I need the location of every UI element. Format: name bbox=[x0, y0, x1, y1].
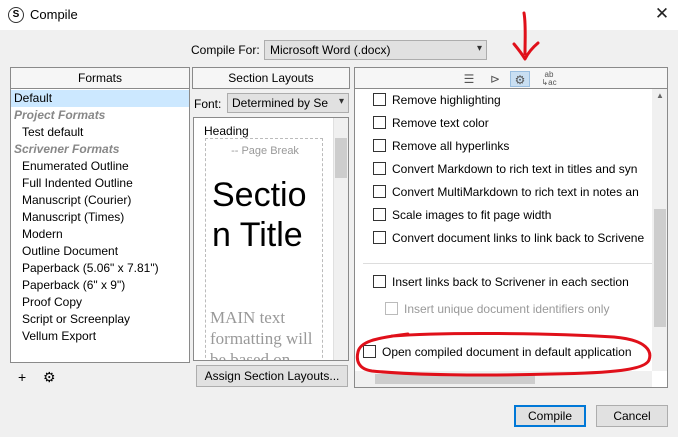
checkbox[interactable] bbox=[373, 185, 386, 199]
assign-section-layouts-button[interactable]: Assign Section Layouts... bbox=[196, 365, 348, 387]
checkbox[interactable] bbox=[373, 162, 386, 176]
section-title-line: n Title bbox=[212, 216, 303, 254]
format-list-item[interactable]: Test default bbox=[11, 124, 189, 141]
annotation-ellipse bbox=[355, 331, 652, 377]
format-group-label: Scrivener Formats bbox=[14, 142, 120, 156]
option-row[interactable]: Remove highlighting bbox=[373, 93, 501, 111]
font-value: Determined by Se bbox=[232, 96, 329, 110]
option-label: Insert unique document identifiers only bbox=[404, 302, 610, 316]
section-layout-preview[interactable]: Heading -- Page Break Sectio n Title MAI… bbox=[193, 117, 349, 361]
main-text-line: be based on bbox=[210, 350, 291, 361]
checkbox[interactable] bbox=[373, 116, 386, 130]
format-list-item[interactable]: Paperback (5.06" x 7.81") bbox=[11, 260, 189, 277]
option-label: Convert document links to link back to S… bbox=[392, 231, 645, 245]
option-label: Remove text color bbox=[392, 116, 489, 130]
format-list-item[interactable]: Vellum Export bbox=[11, 328, 189, 345]
option-label: Insert links back to Scrivener in each s… bbox=[392, 275, 629, 289]
cancel-button[interactable]: Cancel bbox=[596, 405, 668, 427]
format-list-item[interactable]: Manuscript (Times) bbox=[11, 209, 189, 226]
page-break-text: Page Break bbox=[241, 145, 299, 157]
option-row[interactable]: Convert MultiMarkdown to rich text in no… bbox=[373, 185, 639, 203]
compile-for-value: Microsoft Word (.docx) bbox=[270, 43, 391, 57]
option-label: Convert MultiMarkdown to rich text in no… bbox=[392, 185, 639, 199]
format-list-item[interactable]: Outline Document bbox=[11, 243, 189, 260]
option-label: Remove all hyperlinks bbox=[392, 139, 510, 153]
checkbox[interactable] bbox=[373, 208, 386, 222]
formats-header: Formats bbox=[10, 67, 190, 89]
formats-list: Default Project Formats Test default Scrive… bbox=[10, 89, 190, 363]
format-list-item[interactable]: Enumerated Outline bbox=[11, 158, 189, 175]
layout-card[interactable]: -- Page Break Sectio n Title MAIN text f… bbox=[205, 138, 323, 361]
format-list-item[interactable]: Default bbox=[11, 90, 189, 107]
compile-for-dropdown[interactable]: Microsoft Word (.docx) ▾ bbox=[264, 40, 487, 60]
main-text-preview: MAIN text formatting will be based on bbox=[210, 307, 313, 361]
checkbox[interactable] bbox=[373, 231, 386, 245]
chevron-down-icon: ▾ bbox=[338, 96, 344, 107]
checkbox bbox=[385, 302, 398, 316]
option-label: Convert Markdown to rich text in titles … bbox=[392, 162, 638, 176]
replacements-icon[interactable]: ab ↳ac bbox=[538, 71, 560, 87]
section-title-preview: Sectio n Title bbox=[212, 175, 307, 255]
option-row[interactable]: Convert Markdown to rich text in titles … bbox=[373, 162, 637, 180]
window-title: Compile bbox=[30, 7, 78, 22]
format-gear-icon[interactable]: ⚙ bbox=[43, 369, 56, 386]
checkbox[interactable] bbox=[373, 139, 386, 153]
main-text-line: formatting will bbox=[210, 329, 313, 348]
add-format-icon[interactable]: + bbox=[18, 369, 26, 385]
option-label: Scale images to fit page width bbox=[392, 208, 552, 222]
options-vertical-thumb[interactable] bbox=[654, 209, 666, 327]
format-group-label: Project Formats bbox=[14, 108, 106, 122]
scrivener-app-icon: S bbox=[8, 7, 24, 23]
layout-scroll-thumb[interactable] bbox=[335, 138, 347, 178]
list-icon[interactable]: ☰ bbox=[461, 71, 477, 87]
compile-for-label: Compile For: bbox=[191, 43, 260, 57]
font-label: Font: bbox=[194, 97, 222, 111]
format-list-item[interactable]: Modern bbox=[11, 226, 189, 243]
tag-icon[interactable]: ⊳ bbox=[486, 71, 504, 87]
divider bbox=[363, 263, 653, 264]
annotation-arrow bbox=[512, 11, 540, 61]
page-break-label: -- Page Break bbox=[231, 145, 299, 157]
checkbox[interactable] bbox=[373, 275, 386, 289]
checkbox[interactable] bbox=[373, 93, 386, 107]
option-row[interactable]: Scale images to fit page width bbox=[373, 208, 551, 226]
option-label: Remove highlighting bbox=[392, 93, 501, 107]
option-row[interactable]: Remove text color bbox=[373, 116, 489, 134]
option-row: Insert unique document identifiers only bbox=[385, 302, 609, 320]
options-header: ☰ ⊳ ⚙ ab ↳ac bbox=[354, 67, 668, 89]
section-title-line: Sectio bbox=[212, 176, 307, 214]
title-bar bbox=[0, 0, 678, 30]
close-icon[interactable]: ✕ bbox=[652, 3, 672, 25]
format-list-item[interactable]: Full Indented Outline bbox=[11, 175, 189, 192]
compile-button[interactable]: Compile bbox=[514, 405, 586, 427]
layout-heading-label: Heading bbox=[204, 124, 249, 138]
format-list-item[interactable]: Manuscript (Courier) bbox=[11, 192, 189, 209]
option-row[interactable]: Insert links back to Scrivener in each s… bbox=[373, 275, 629, 293]
gear-icon[interactable]: ⚙ bbox=[510, 71, 530, 87]
format-list-item[interactable]: Script or Screenplay bbox=[11, 311, 189, 328]
main-text-line: MAIN text bbox=[210, 308, 286, 327]
font-dropdown[interactable]: Determined by Se ▾ bbox=[227, 93, 349, 113]
section-layouts-header: Section Layouts bbox=[192, 67, 350, 89]
replace-icon-bottom: ↳ac bbox=[541, 78, 557, 87]
format-list-item[interactable]: Paperback (6" x 9") bbox=[11, 277, 189, 294]
chevron-down-icon: ▾ bbox=[476, 43, 482, 54]
option-row[interactable]: Convert document links to link back to S… bbox=[373, 231, 644, 249]
scroll-up-icon[interactable]: ▲ bbox=[652, 91, 667, 100]
format-list-item[interactable]: Proof Copy bbox=[11, 294, 189, 311]
option-row[interactable]: Remove all hyperlinks bbox=[373, 139, 509, 157]
